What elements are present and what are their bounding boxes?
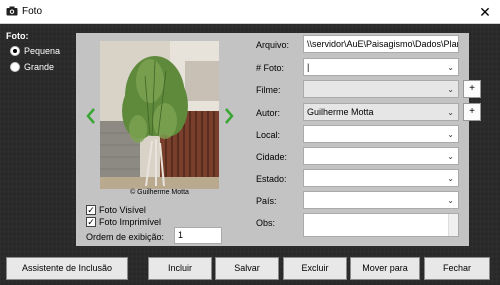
checkbox-visible[interactable]: ✓ xyxy=(86,205,96,215)
checkbox-visible-label: Foto Visível xyxy=(99,205,146,215)
radio-pequena[interactable] xyxy=(10,46,20,56)
next-arrow-icon[interactable] xyxy=(224,108,234,124)
filme-label: Filme: xyxy=(256,85,281,95)
checkbox-printable[interactable]: ✓ xyxy=(86,217,96,227)
chevron-down-icon[interactable]: ⌄ xyxy=(447,105,454,120)
mover-para-button[interactable]: Mover para xyxy=(350,257,420,280)
previous-arrow-icon[interactable] xyxy=(86,108,96,124)
window-title: Foto xyxy=(22,6,43,17)
autor-value: Guilherme Motta xyxy=(307,107,374,117)
pais-combo[interactable]: ⌄ xyxy=(303,191,459,209)
autor-label: Autor: xyxy=(256,108,281,118)
excluir-button[interactable]: Excluir xyxy=(283,257,347,280)
add-filme-button[interactable]: + xyxy=(463,80,481,98)
chevron-down-icon[interactable]: ⌄ xyxy=(447,193,454,208)
photo-image xyxy=(100,41,219,189)
arquivo-field[interactable]: \\servidor\AuE\Paisagismo\Dados\Planta xyxy=(303,35,459,53)
filme-combo[interactable]: ⌄ xyxy=(303,80,459,98)
salvar-button[interactable]: Salvar xyxy=(215,257,279,280)
photo-caption: © Guilherme Motta xyxy=(130,189,189,196)
checkbox-printable-label: Foto Imprimível xyxy=(99,217,162,227)
estado-combo[interactable]: ⌄ xyxy=(303,169,459,187)
assistente-inclusao-button[interactable]: Assistente de Inclusão xyxy=(6,257,128,280)
fechar-button[interactable]: Fechar xyxy=(424,257,490,280)
pais-label: País: xyxy=(256,196,277,206)
order-label: Ordem de exibição: xyxy=(86,232,165,242)
plant-photo xyxy=(100,41,219,189)
cidade-combo[interactable]: ⌄ xyxy=(303,147,459,165)
local-label: Local: xyxy=(256,130,281,140)
chevron-down-icon[interactable]: ⌄ xyxy=(447,60,454,75)
title-bar: Foto ✕ xyxy=(0,0,500,24)
estado-label: Estado: xyxy=(256,174,287,184)
cidade-label: Cidade: xyxy=(256,152,288,162)
chevron-down-icon[interactable]: ⌄ xyxy=(447,149,454,164)
autor-combo[interactable]: Guilherme Motta ⌄ xyxy=(303,103,459,121)
obs-textarea[interactable] xyxy=(303,213,459,237)
foto-number-value: | xyxy=(307,62,310,72)
local-combo[interactable]: ⌄ xyxy=(303,125,459,143)
chevron-down-icon[interactable]: ⌄ xyxy=(447,171,454,186)
radio-grande[interactable] xyxy=(10,62,20,72)
incluir-button[interactable]: Incluir xyxy=(148,257,212,280)
radio-pequena-label[interactable]: Pequena xyxy=(24,46,60,56)
chevron-down-icon[interactable]: ⌄ xyxy=(447,82,454,97)
obs-scrollbar[interactable] xyxy=(448,214,458,236)
order-input[interactable]: 1 xyxy=(174,227,222,244)
obs-label: Obs: xyxy=(256,218,276,228)
close-icon[interactable]: ✕ xyxy=(470,0,500,24)
camera-icon xyxy=(6,6,18,16)
radio-grande-label[interactable]: Grande xyxy=(24,62,54,72)
foto-number-combo[interactable]: | ⌄ xyxy=(303,58,459,76)
arquivo-label: Arquivo: xyxy=(256,40,290,50)
foto-number-label: # Foto: xyxy=(256,63,285,73)
size-heading: Foto: xyxy=(6,31,29,41)
chevron-down-icon[interactable]: ⌄ xyxy=(447,127,454,142)
add-autor-button[interactable]: + xyxy=(463,103,481,121)
